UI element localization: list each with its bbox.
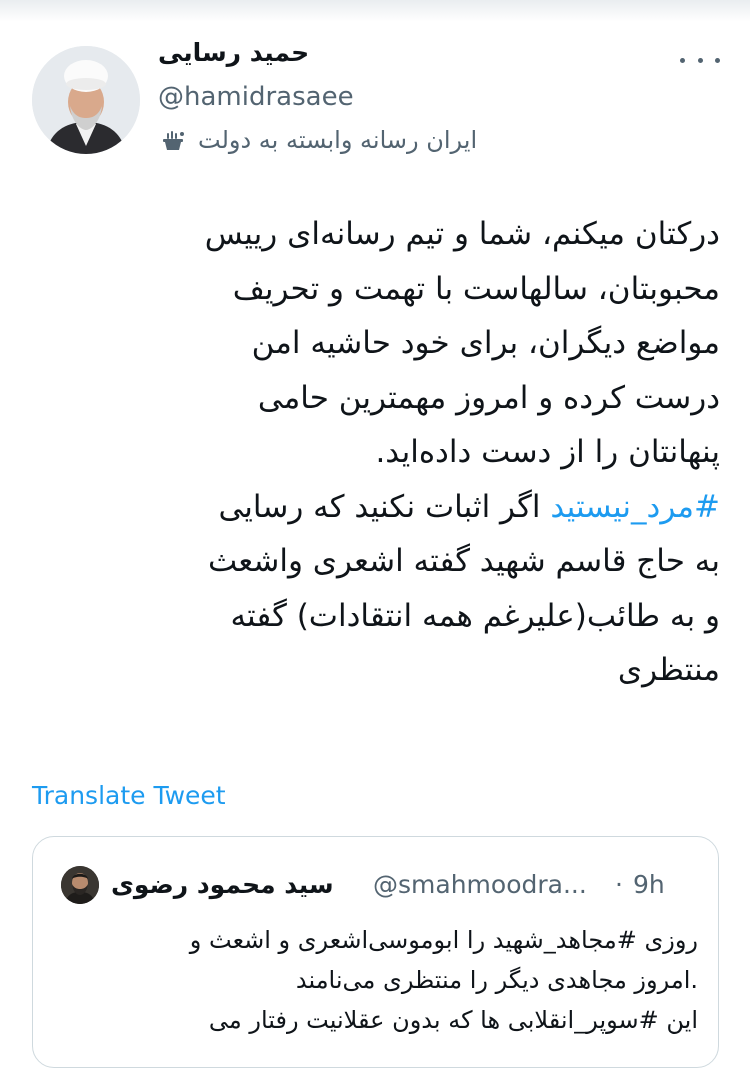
tweet-line: منتظری (617, 652, 720, 688)
tweet-line: پنهانتان را از دست داده‌اید. (375, 434, 720, 470)
tweet-line: درست کرده و امروز مهمترین حامی (257, 379, 720, 416)
quoted-line: روزی #مجاهد_شهید را ابوموسی‌اشعری و اشعث… (189, 926, 698, 954)
more-options-icon[interactable] (680, 50, 720, 70)
tweet-text: درکتان میکنم، شما و تیم رسانه‌ای رییس مح… (40, 207, 720, 698)
quoted-separator: · (615, 870, 623, 899)
tweet-line: و به طائب(علیرغم همه انتقادات) گفته (230, 597, 720, 634)
quoted-timestamp[interactable]: 9h (633, 870, 665, 899)
hashtag-link[interactable]: #مرد_نیستید (550, 489, 720, 525)
quoted-line: این #سوپر_انقلابی ها که بدون عقلانیت رفت… (208, 1006, 698, 1034)
tweet-line: محبوبتان، سالهاست با تهمت و تحریف (232, 270, 720, 307)
tweet-line-hashtag: #مرد_نیستید اگر اثبات نکنید که رسایی (40, 480, 720, 535)
translate-tweet-link[interactable]: Translate Tweet (32, 781, 226, 810)
quoted-author-avatar[interactable] (61, 866, 99, 904)
quoted-profile-photo-icon (61, 866, 99, 904)
tweet-line: به حاج قاسم شهید گفته اشعری واشعث (207, 543, 720, 579)
author-avatar[interactable] (32, 46, 140, 154)
profile-photo-icon (32, 46, 140, 154)
state-media-label[interactable]: ایران رسانه وابسته به دولت (160, 126, 477, 154)
tweet-line: مواضع دیگران، برای خود حاشیه امن (251, 325, 720, 361)
author-name[interactable]: حمید رسایی (158, 38, 309, 67)
quoted-line: .امروز مجاهدی دیگر را منتظری می‌نامند (295, 966, 698, 994)
top-edge (0, 0, 750, 22)
tweet-line-rest: اگر اثبات نکنید که رسایی (218, 488, 551, 525)
author-handle[interactable]: @hamidrasaee (158, 82, 354, 112)
quoted-author-name[interactable]: سید محمود رضوی (111, 870, 334, 899)
state-affiliated-media-icon (160, 126, 188, 154)
quoted-author-handle[interactable]: @smahmoodra... (373, 870, 587, 899)
quoted-tweet[interactable]: سید محمود رضوی @smahmoodra... · 9h روزی … (32, 836, 719, 1068)
tweet-line: درکتان میکنم، شما و تیم رسانه‌ای رییس (204, 216, 720, 252)
state-media-label-text: ایران رسانه وابسته به دولت (198, 126, 478, 154)
quoted-tweet-text: روزی #مجاهد_شهید را ابوموسی‌اشعری و اشعث… (53, 920, 698, 1040)
